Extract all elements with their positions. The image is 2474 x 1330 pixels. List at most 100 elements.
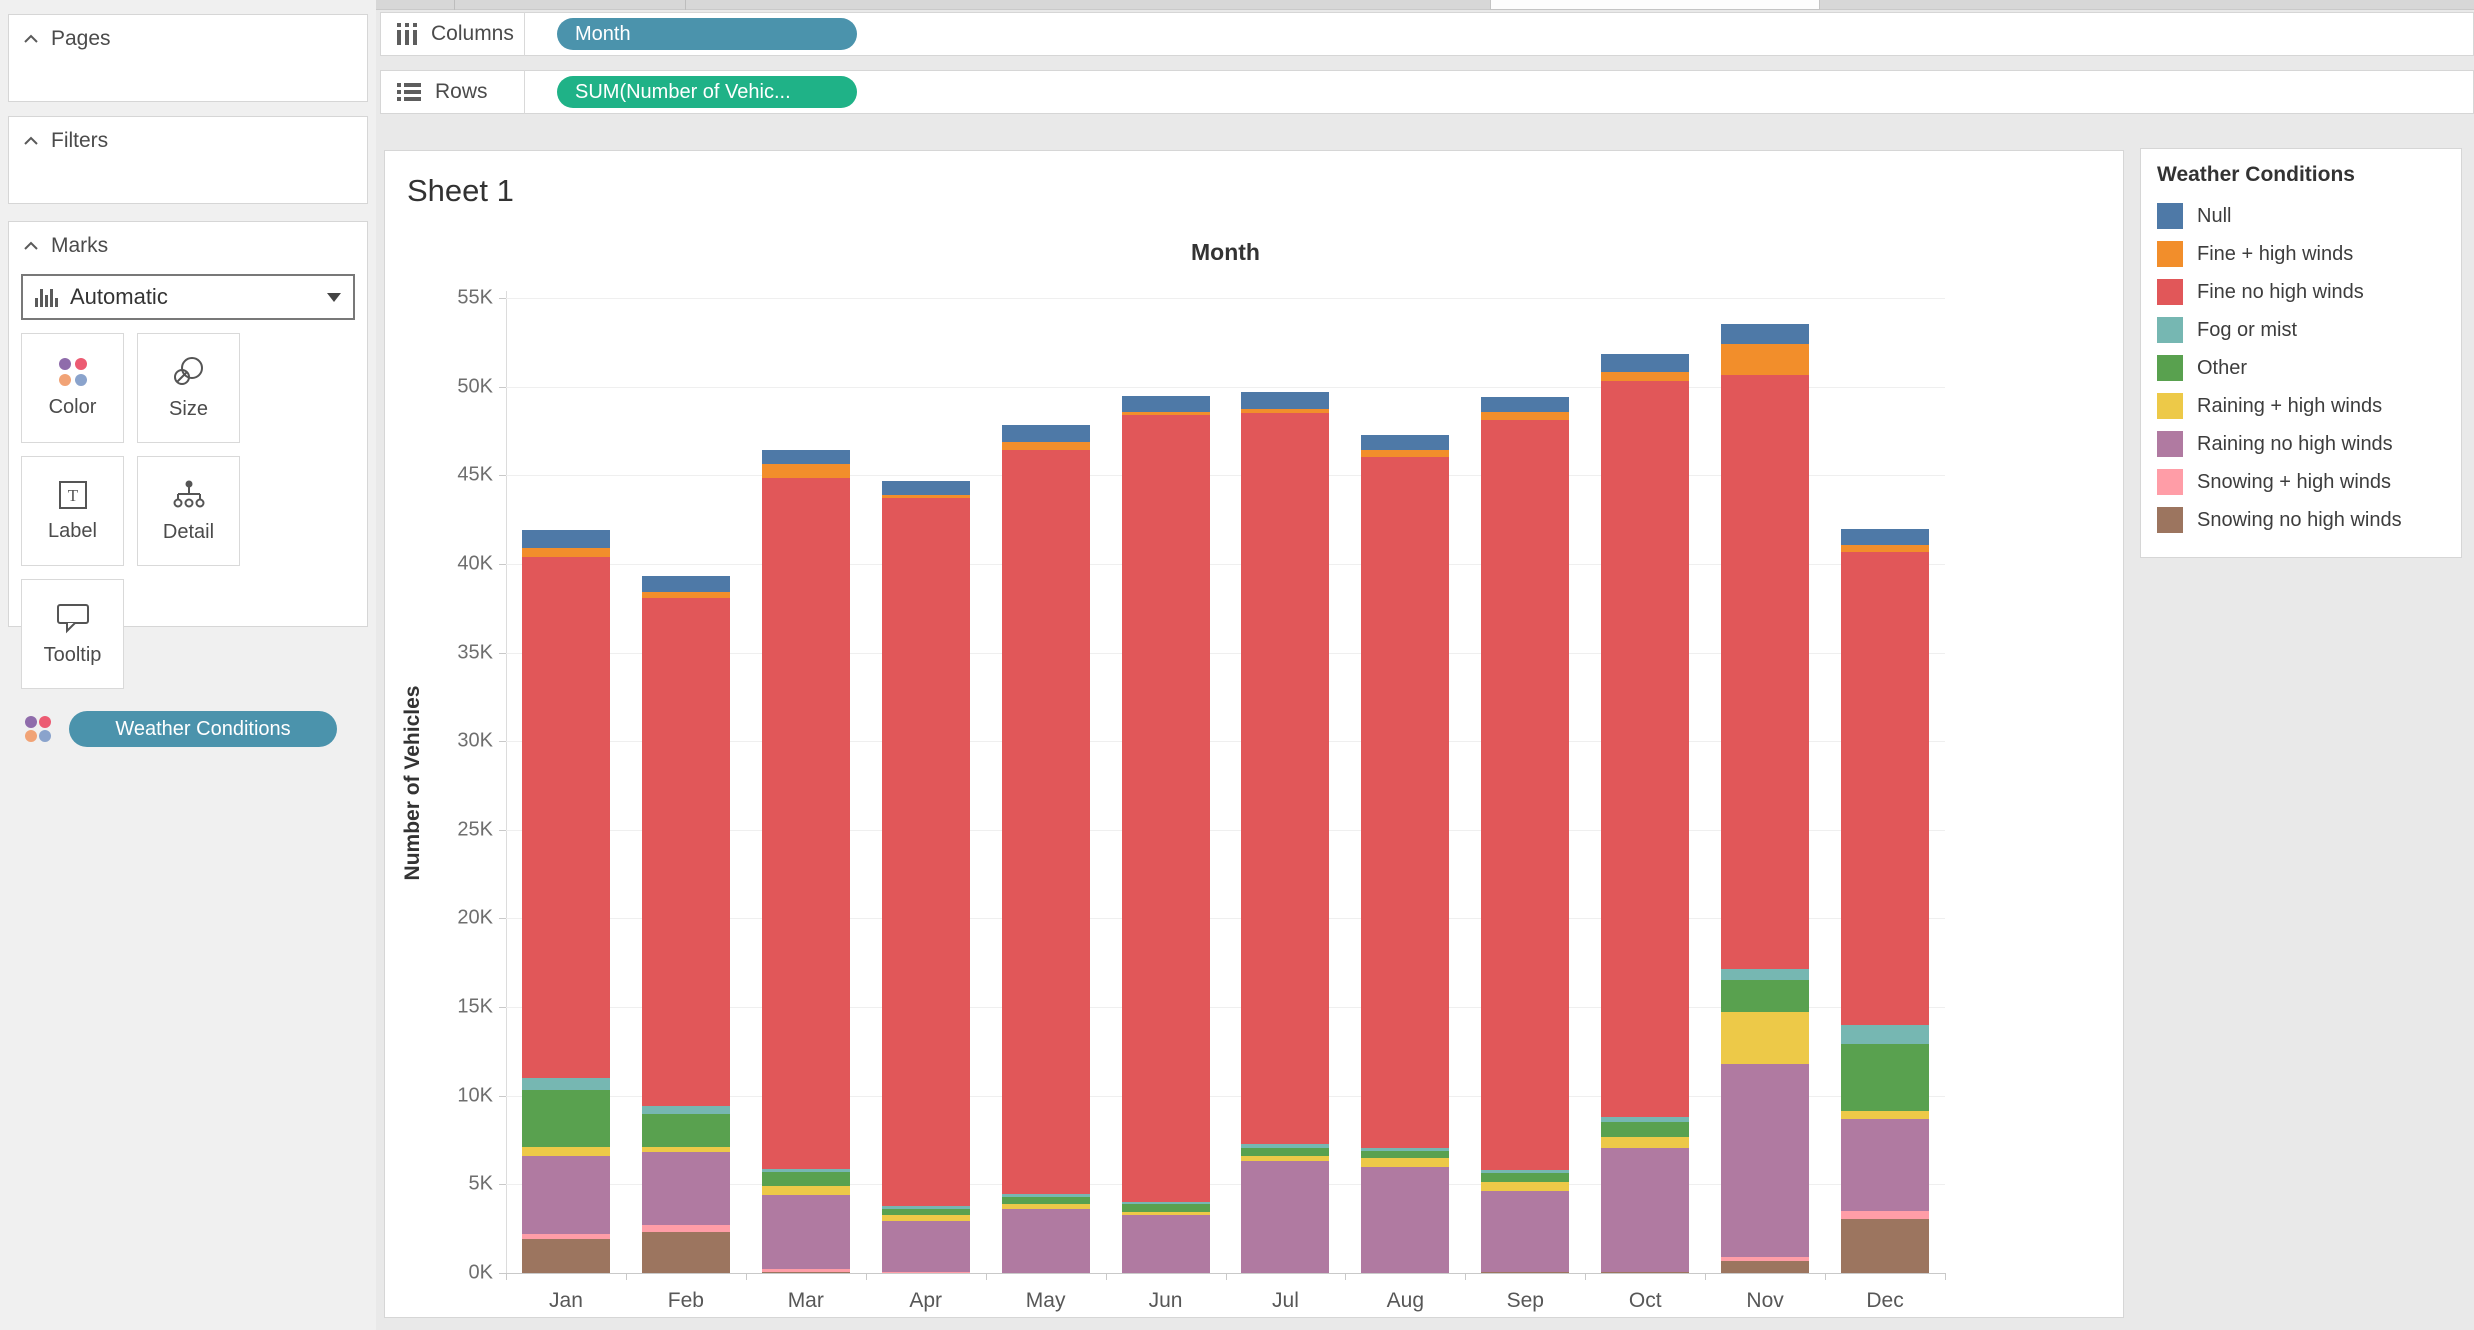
bar-segment[interactable] [1601, 1122, 1689, 1137]
sum-measure-pill[interactable]: SUM(Number of Vehic... [557, 76, 857, 108]
legend-item[interactable]: Snowing + high winds [2157, 463, 2445, 501]
bar-segment[interactable] [1841, 529, 1929, 546]
bar-dec[interactable] [1825, 529, 1945, 1273]
legend-item[interactable]: Fine + high winds [2157, 235, 2445, 273]
bar-segment[interactable] [1721, 344, 1809, 375]
bar-segment[interactable] [522, 1078, 610, 1090]
bar-segment[interactable] [1841, 1219, 1929, 1273]
bar-feb[interactable] [626, 576, 746, 1273]
bar-segment[interactable] [882, 481, 970, 495]
collapse-chevron-icon[interactable] [23, 34, 39, 44]
tooltip-button[interactable]: Tooltip [21, 579, 124, 689]
bar-segment[interactable] [522, 1239, 610, 1273]
bar-segment[interactable] [522, 1090, 610, 1147]
mark-type-dropdown[interactable]: Automatic [21, 274, 355, 320]
bar-segment[interactable] [1241, 1148, 1329, 1156]
bar-segment[interactable] [882, 1221, 970, 1272]
bar-segment[interactable] [522, 1156, 610, 1234]
bar-segment[interactable] [1601, 381, 1689, 1117]
bar-segment[interactable] [882, 1272, 970, 1273]
bar-segment[interactable] [1721, 1064, 1809, 1257]
bar-segment[interactable] [1841, 1211, 1929, 1219]
bar-segment[interactable] [1481, 1272, 1569, 1273]
bar-segment[interactable] [1841, 1044, 1929, 1110]
bar-segment[interactable] [1361, 1151, 1449, 1158]
bar-segment[interactable] [1601, 1137, 1689, 1148]
bar-segment[interactable] [642, 598, 730, 1107]
bar-segment[interactable] [1241, 413, 1329, 1143]
bar-segment[interactable] [1601, 1272, 1689, 1273]
toolbar-search-field-cutoff[interactable] [1490, 0, 1820, 10]
legend-item[interactable]: Raining no high winds [2157, 425, 2445, 463]
bar-segment[interactable] [1361, 457, 1449, 1148]
bar-segment[interactable] [762, 1186, 850, 1195]
bar-segment[interactable] [1361, 1167, 1449, 1273]
bar-segment[interactable] [1361, 1158, 1449, 1167]
bar-segment[interactable] [1481, 1182, 1569, 1191]
month-dimension-pill[interactable]: Month [557, 18, 857, 50]
bar-segment[interactable] [642, 1225, 730, 1232]
bar-may[interactable] [986, 425, 1106, 1273]
bar-segment[interactable] [762, 478, 850, 1169]
bar-segment[interactable] [762, 1272, 850, 1273]
bar-segment[interactable] [1122, 396, 1210, 412]
bar-segment[interactable] [1002, 1209, 1090, 1273]
bar-segment[interactable] [1721, 324, 1809, 344]
bar-segment[interactable] [1841, 1111, 1929, 1119]
bar-segment[interactable] [1002, 425, 1090, 442]
bar-segment[interactable] [1841, 1025, 1929, 1045]
label-button[interactable]: T Label [21, 456, 124, 566]
legend-item[interactable]: Fog or mist [2157, 311, 2445, 349]
bar-segment[interactable] [762, 450, 850, 464]
bar-segment[interactable] [1721, 980, 1809, 1013]
bar-segment[interactable] [1122, 1204, 1210, 1212]
bar-segment[interactable] [1122, 415, 1210, 1202]
bar-mar[interactable] [746, 450, 866, 1273]
bar-segment[interactable] [1481, 1191, 1569, 1273]
bar-segment[interactable] [642, 1106, 730, 1113]
bar-segment[interactable] [1841, 1119, 1929, 1211]
bar-segment[interactable] [1002, 1197, 1090, 1204]
bar-segment[interactable] [1241, 1161, 1329, 1273]
bar-segment[interactable] [642, 1114, 730, 1148]
legend-item[interactable]: Snowing no high winds [2157, 501, 2445, 539]
legend-item[interactable]: Null [2157, 197, 2445, 235]
bar-segment[interactable] [1721, 375, 1809, 969]
bar-segment[interactable] [1481, 397, 1569, 412]
bar-segment[interactable] [1721, 1261, 1809, 1273]
bar-segment[interactable] [1601, 372, 1689, 382]
bar-segment[interactable] [522, 530, 610, 548]
bar-segment[interactable] [1481, 1173, 1569, 1182]
detail-button[interactable]: Detail [137, 456, 240, 566]
bar-segment[interactable] [762, 1195, 850, 1269]
bar-segment[interactable] [522, 557, 610, 1078]
bar-segment[interactable] [1002, 450, 1090, 1195]
bar-segment[interactable] [522, 1147, 610, 1156]
bar-segment[interactable] [642, 576, 730, 592]
bar-jun[interactable] [1106, 396, 1226, 1273]
bar-segment[interactable] [1361, 450, 1449, 457]
bar-jan[interactable] [506, 530, 626, 1273]
color-button[interactable]: Color [21, 333, 124, 443]
bar-segment[interactable] [1002, 442, 1090, 450]
bar-segment[interactable] [522, 548, 610, 557]
bar-segment[interactable] [1361, 435, 1449, 450]
bar-segment[interactable] [1481, 412, 1569, 420]
legend-item[interactable]: Fine no high winds [2157, 273, 2445, 311]
bar-segment[interactable] [1721, 1012, 1809, 1063]
bar-oct[interactable] [1585, 354, 1705, 1273]
collapse-chevron-icon[interactable] [23, 241, 39, 251]
bar-nov[interactable] [1705, 324, 1825, 1273]
bar-segment[interactable] [1241, 392, 1329, 409]
bar-segment[interactable] [762, 1172, 850, 1186]
bar-segment[interactable] [1122, 1215, 1210, 1274]
bar-segment[interactable] [1841, 552, 1929, 1025]
collapse-chevron-icon[interactable] [23, 136, 39, 146]
bar-segment[interactable] [642, 1152, 730, 1225]
bar-segment[interactable] [1601, 1148, 1689, 1272]
bar-aug[interactable] [1345, 435, 1465, 1273]
bar-segment[interactable] [1721, 969, 1809, 980]
bar-sep[interactable] [1465, 397, 1585, 1273]
bar-jul[interactable] [1226, 392, 1346, 1273]
size-button[interactable]: Size [137, 333, 240, 443]
